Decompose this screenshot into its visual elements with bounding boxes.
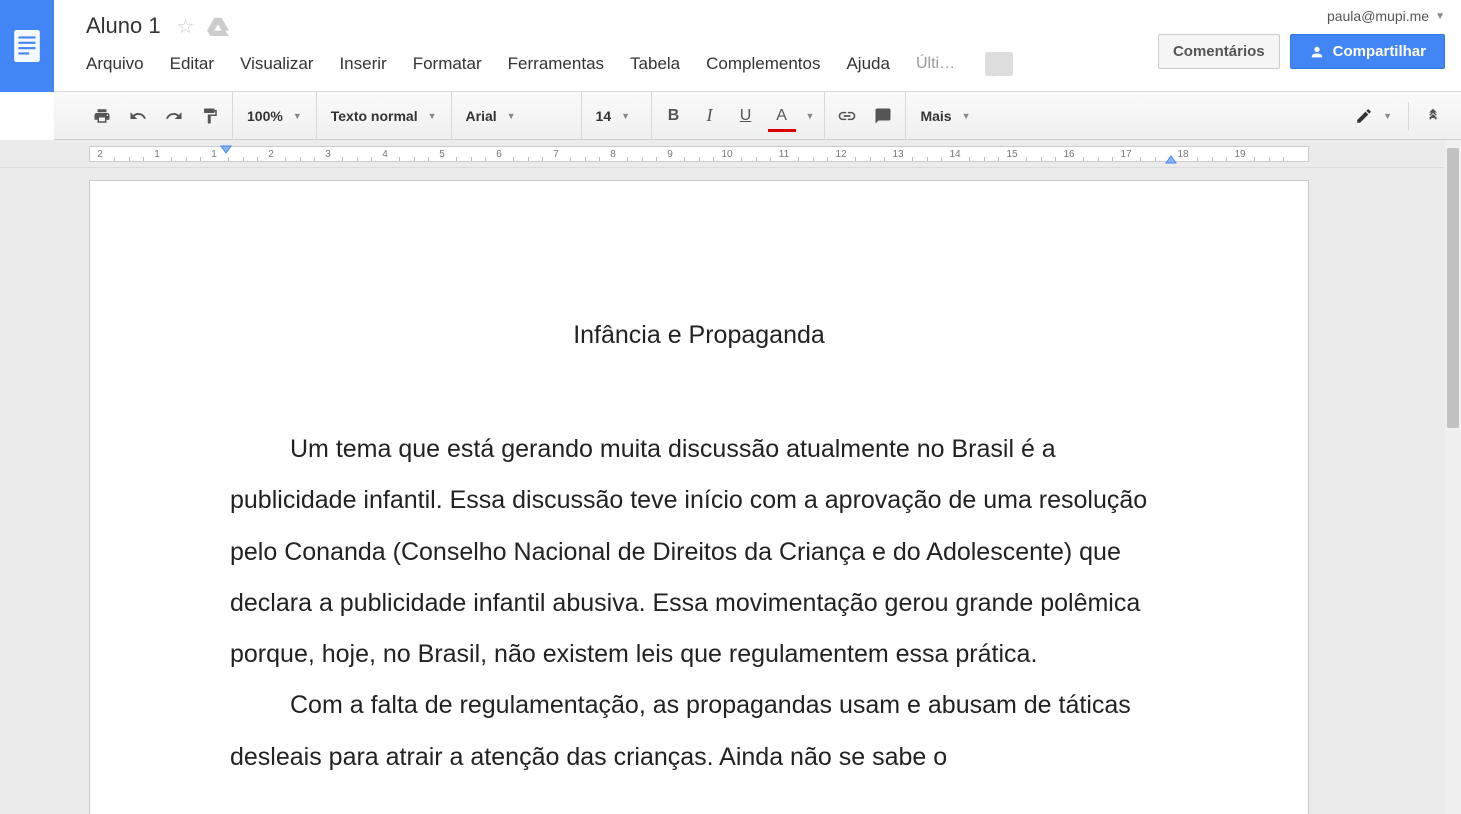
scroll-thumb[interactable] <box>1447 148 1459 428</box>
menu-ajuda[interactable]: Ajuda <box>846 52 901 76</box>
last-edit-text[interactable]: Últi… <box>916 53 967 75</box>
page[interactable]: Infância e Propaganda Um tema que está g… <box>89 180 1309 814</box>
left-indent-marker[interactable] <box>220 144 232 162</box>
tb-group-style: Texto normal▼ <box>317 92 452 139</box>
paragraph-1[interactable]: Um tema que está gerando muita discussão… <box>230 424 1168 680</box>
document-heading[interactable]: Infância e Propaganda <box>230 321 1168 350</box>
docs-app-icon[interactable] <box>0 0 54 92</box>
toolbar: 100%▼ Texto normal▼ Arial▼ 14▼ B I U A ▼… <box>54 92 1461 140</box>
ruler-number: 4 <box>382 149 388 160</box>
ruler-number: 13 <box>892 149 903 160</box>
ruler-number: 1 <box>211 149 217 160</box>
tb-group-size: 14▼ <box>582 92 652 139</box>
zoom-select[interactable]: 100%▼ <box>243 108 306 124</box>
comment-bubble-icon[interactable] <box>985 52 1013 76</box>
font-size-select[interactable]: 14▼ <box>592 108 635 124</box>
tb-group-insert <box>825 92 906 139</box>
insert-comment-icon[interactable] <box>871 104 895 128</box>
vertical-scrollbar[interactable] <box>1445 140 1461 814</box>
user-email-text: paula@mupi.me <box>1327 8 1429 24</box>
menu-editar[interactable]: Editar <box>170 52 226 76</box>
collapse-toolbar-icon[interactable] <box>1425 106 1441 127</box>
divider <box>1408 102 1409 130</box>
star-icon[interactable]: ☆ <box>177 14 195 39</box>
ruler-number: 5 <box>439 149 445 160</box>
menu-arquivo[interactable]: Arquivo <box>86 52 156 76</box>
redo-icon[interactable] <box>162 104 186 128</box>
caret-down-icon: ▼ <box>1383 111 1392 121</box>
document-title[interactable]: Aluno 1 <box>86 13 161 39</box>
paragraph-style-select[interactable]: Texto normal▼ <box>327 108 441 124</box>
text-color-button[interactable]: A <box>770 104 794 128</box>
menu-ferramentas[interactable]: Ferramentas <box>508 52 616 76</box>
user-account[interactable]: paula@mupi.me ▼ <box>1327 8 1445 24</box>
ruler-number: 3 <box>325 149 331 160</box>
editing-mode-button[interactable]: ▼ <box>1355 107 1392 125</box>
ruler-number: 1 <box>154 149 160 160</box>
ruler-number: 16 <box>1063 149 1074 160</box>
italic-button[interactable]: I <box>698 104 722 128</box>
ruler-number: 17 <box>1120 149 1131 160</box>
ruler-number: 15 <box>1006 149 1017 160</box>
ruler-number: 19 <box>1234 149 1245 160</box>
paint-format-icon[interactable] <box>198 104 222 128</box>
ruler-number: 18 <box>1177 149 1188 160</box>
horizontal-ruler[interactable]: 2112345678910111213141516171819 <box>89 146 1309 162</box>
color-caret-icon[interactable]: ▼ <box>806 111 815 121</box>
toolbar-right: ▼ <box>1355 92 1441 140</box>
ruler-number: 7 <box>553 149 559 160</box>
pencil-icon <box>1355 107 1373 125</box>
ruler-number: 2 <box>97 149 103 160</box>
font-select[interactable]: Arial▼ <box>462 108 520 124</box>
tb-group-actions <box>80 92 233 139</box>
ruler-number: 6 <box>496 149 502 160</box>
share-button[interactable]: Compartilhar <box>1290 34 1445 69</box>
bold-button[interactable]: B <box>662 104 686 128</box>
insert-link-icon[interactable] <box>835 104 859 128</box>
ruler-number: 11 <box>779 149 789 160</box>
comments-button[interactable]: Comentários <box>1158 34 1280 69</box>
document-canvas[interactable]: Infância e Propaganda Um tema que está g… <box>0 168 1445 814</box>
top-buttons: Comentários Compartilhar <box>1158 34 1445 69</box>
ruler-number: 2 <box>268 149 274 160</box>
ruler-area: 2112345678910111213141516171819 <box>0 140 1461 168</box>
more-select[interactable]: Mais▼ <box>916 108 974 124</box>
person-icon <box>1309 44 1325 60</box>
tb-group-zoom: 100%▼ <box>233 92 317 139</box>
ruler-number: 10 <box>721 149 732 160</box>
menu-visualizar[interactable]: Visualizar <box>240 52 325 76</box>
paragraph-2[interactable]: Com a falta de regulamentação, as propag… <box>230 680 1168 783</box>
menu-tabela[interactable]: Tabela <box>630 52 692 76</box>
tb-group-format: B I U A ▼ <box>652 92 826 139</box>
menu-formatar[interactable]: Formatar <box>413 52 494 76</box>
ruler-number: 8 <box>610 149 616 160</box>
underline-button[interactable]: U <box>734 104 758 128</box>
top-right-controls: paula@mupi.me ▼ Comentários Compartilhar <box>1158 8 1445 69</box>
print-icon[interactable] <box>90 104 114 128</box>
ruler-number: 12 <box>835 149 846 160</box>
menu-complementos[interactable]: Complementos <box>706 52 832 76</box>
menu-inserir[interactable]: Inserir <box>339 52 398 76</box>
ruler-number: 9 <box>667 149 673 160</box>
caret-down-icon: ▼ <box>1435 11 1445 22</box>
share-button-label: Compartilhar <box>1333 43 1426 60</box>
undo-icon[interactable] <box>126 104 150 128</box>
ruler-number: 14 <box>949 149 960 160</box>
tb-group-more: Mais▼ <box>906 92 984 139</box>
tb-group-font: Arial▼ <box>452 92 582 139</box>
move-to-drive-icon[interactable] <box>207 16 229 36</box>
